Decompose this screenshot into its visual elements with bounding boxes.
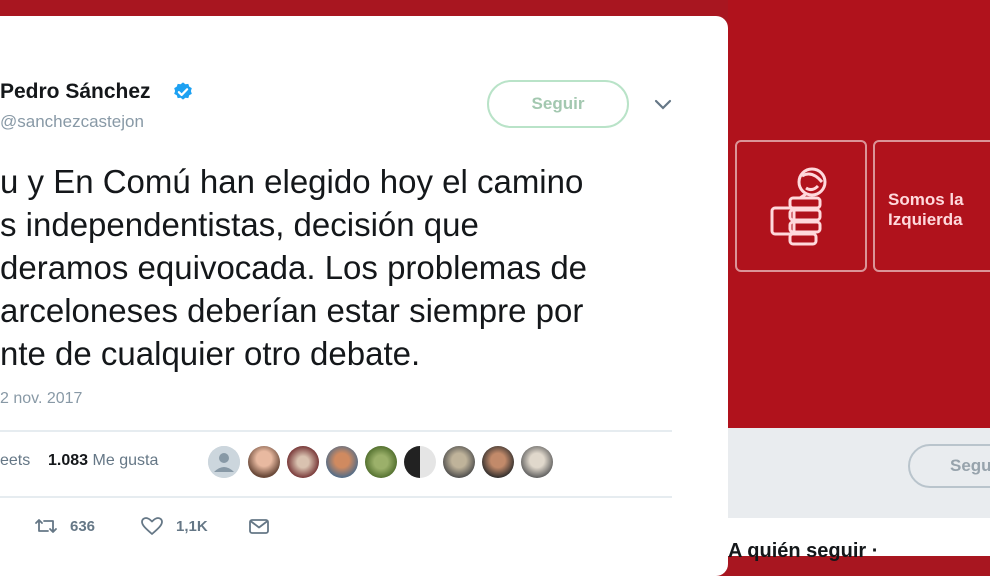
avatar[interactable] xyxy=(482,446,514,478)
psoe-rose-fist-icon xyxy=(770,167,827,246)
avatar[interactable] xyxy=(287,446,319,478)
background-tile-label: Somos la Izquierda xyxy=(888,190,964,229)
tweet-stats: eets 1.083 Me gusta xyxy=(0,452,158,470)
tweet-text-line: s independentistas, decisión que xyxy=(0,206,479,243)
chevron-down-icon[interactable] xyxy=(654,99,672,111)
avatar[interactable] xyxy=(248,446,280,478)
avatar[interactable] xyxy=(443,446,475,478)
who-to-follow-heading: A quién seguir · xyxy=(728,540,879,562)
follow-button[interactable]: Seguir xyxy=(487,80,629,128)
tweet-card: Pedro Sánchez @sanchezcastejon Seguir u … xyxy=(0,16,728,576)
likes-count[interactable]: 1.083 xyxy=(48,452,88,469)
avatar[interactable] xyxy=(365,446,397,478)
envelope-icon xyxy=(249,519,269,534)
avatar[interactable] xyxy=(404,446,436,478)
tweet-text-line: arceloneses deberían estar siempre por xyxy=(0,292,584,329)
author-handle[interactable]: @sanchezcastejon xyxy=(0,112,144,132)
avatar[interactable] xyxy=(326,446,358,478)
tweet-text-line: deramos equivocada. Los problemas de xyxy=(0,249,588,286)
divider xyxy=(0,496,672,498)
like-count: 1,1K xyxy=(176,518,208,535)
tweet-text: u y En Comú han elegido hoy el camino s … xyxy=(0,160,700,375)
author-name[interactable]: Pedro Sánchez xyxy=(0,80,151,104)
tweet-text-line: u y En Comú han elegido hoy el camino xyxy=(0,163,584,200)
heart-icon xyxy=(141,517,163,535)
retweets-label[interactable]: eets xyxy=(0,452,30,469)
tweet-date[interactable]: 2 nov. 2017 xyxy=(0,390,82,408)
avatar[interactable] xyxy=(521,446,553,478)
tweet-text-line: nte de cualquier otro debate. xyxy=(0,335,421,372)
retweet-count: 636 xyxy=(70,518,96,535)
verified-badge-icon xyxy=(174,82,192,100)
likes-label[interactable]: Me gusta xyxy=(93,452,159,469)
avatar[interactable] xyxy=(208,446,240,478)
background-follow-button[interactable]: Segu xyxy=(908,444,990,488)
retweet-icon xyxy=(35,519,57,533)
divider xyxy=(0,430,672,432)
